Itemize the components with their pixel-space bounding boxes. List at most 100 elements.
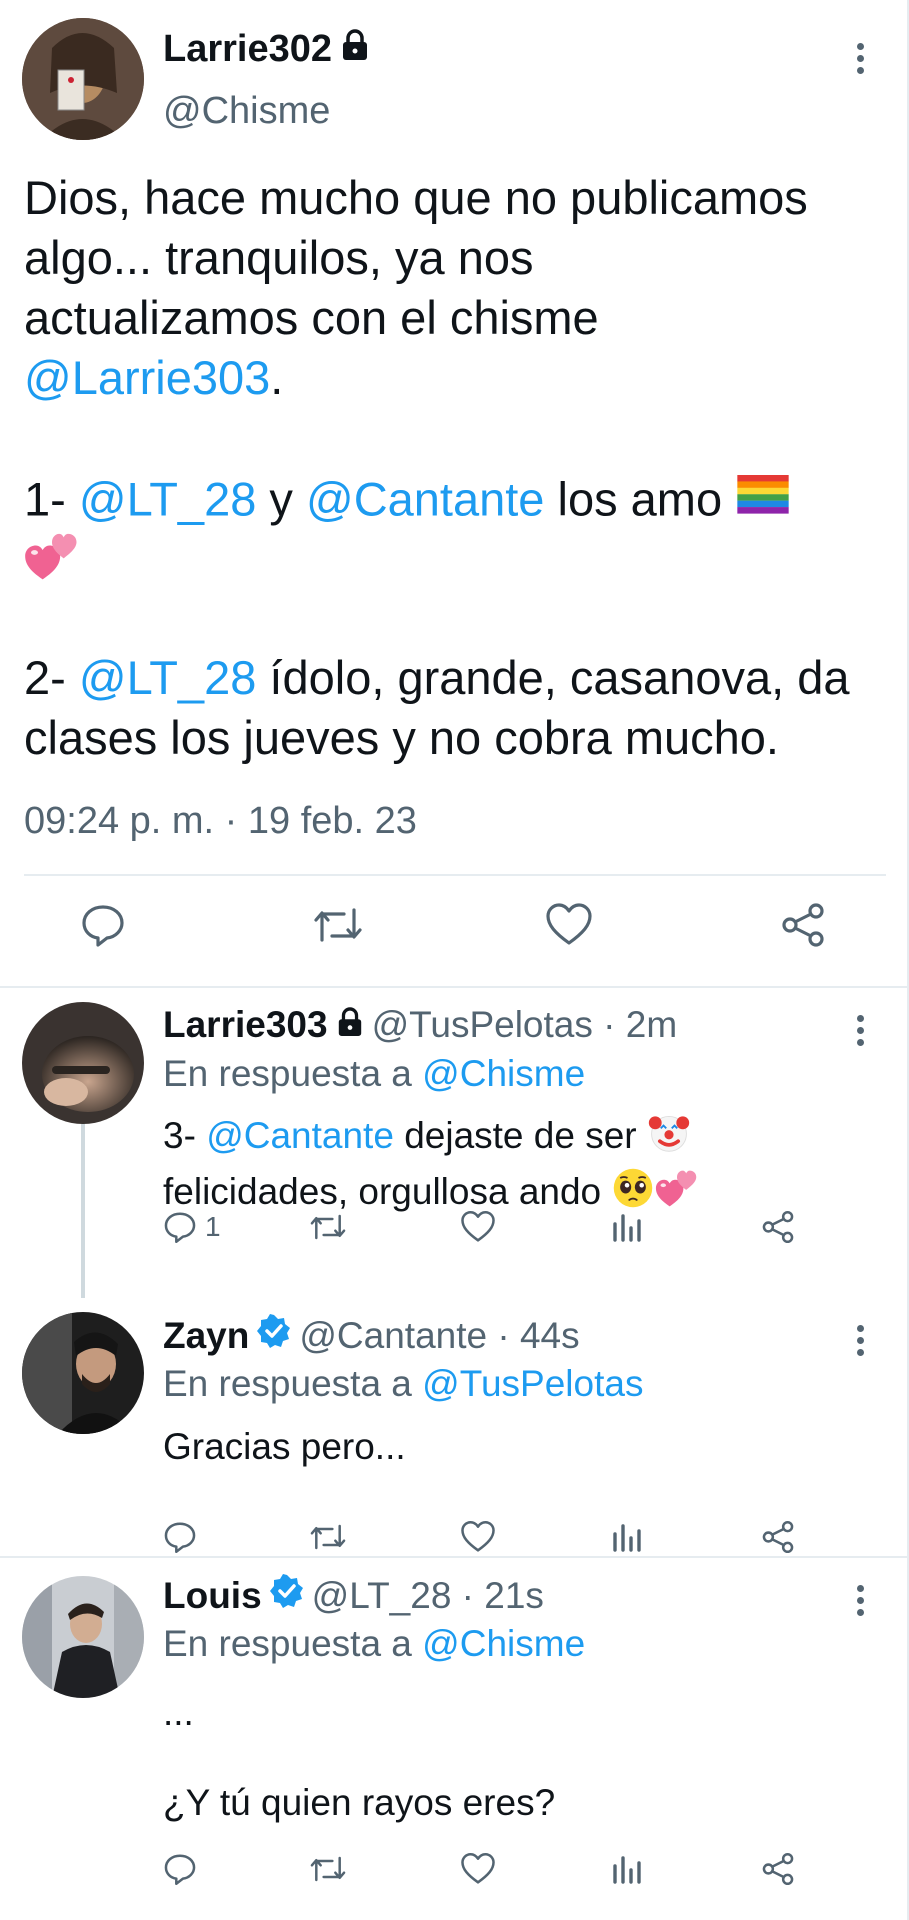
author-name[interactable]: Zayn xyxy=(163,1315,249,1357)
retweet-icon xyxy=(309,1210,347,1244)
rainbow-flag-emoji xyxy=(735,468,791,538)
share-button[interactable] xyxy=(761,1210,795,1244)
reply-actions xyxy=(163,1852,803,1900)
retweet-button[interactable] xyxy=(312,902,364,953)
reply-text: ... ¿Y tú quien rayos eres? xyxy=(163,1690,555,1825)
text-line: Dios, hace mucho que no publicamos xyxy=(24,168,904,228)
text-segment: 2- xyxy=(24,651,79,704)
lock-icon xyxy=(336,1004,364,1046)
in-reply-to-link[interactable]: @Chisme xyxy=(422,1053,585,1094)
share-icon xyxy=(761,1852,795,1886)
author-name[interactable]: Larrie303 xyxy=(163,1004,328,1046)
in-reply-to-link[interactable]: @Chisme xyxy=(422,1623,585,1664)
in-reply-to-link[interactable]: @TusPelotas xyxy=(422,1363,643,1404)
text-line: 2- @LT_28 ídolo, grande, casanova, da xyxy=(24,648,904,708)
in-reply-to: En respuesta a @Chisme xyxy=(163,1623,586,1664)
lock-icon xyxy=(340,28,370,71)
share-button[interactable] xyxy=(780,902,826,953)
retweet-icon xyxy=(309,1852,347,1886)
like-button[interactable] xyxy=(460,1520,496,1554)
reply-button[interactable] xyxy=(163,1852,197,1886)
reply-button[interactable]: 1 xyxy=(163,1210,221,1244)
avatar[interactable] xyxy=(22,1002,144,1124)
text-segment: . xyxy=(270,351,284,404)
tweet-text: Dios, hace mucho que no publicamos algo..… xyxy=(24,168,904,768)
reply-header: Larrie303 @TusPelotas · 2m xyxy=(163,1004,677,1046)
tweet-actions xyxy=(0,902,907,972)
text-line: algo... tranquilos, ya nos xyxy=(24,228,904,288)
reply-actions: 1 xyxy=(163,1210,803,1258)
bar-chart-icon xyxy=(611,1210,643,1244)
text-line xyxy=(24,408,904,468)
retweet-button[interactable] xyxy=(309,1852,347,1886)
views-button[interactable] xyxy=(611,1852,643,1886)
bar-chart-icon xyxy=(611,1520,643,1554)
reply-button[interactable] xyxy=(80,902,126,953)
text-line: Gracias pero... xyxy=(163,1422,406,1471)
views-button[interactable] xyxy=(611,1210,643,1244)
avatar[interactable] xyxy=(22,1312,144,1434)
avatar[interactable] xyxy=(22,1576,144,1698)
divider xyxy=(24,874,886,876)
text-segment: y xyxy=(256,472,306,526)
text-line: clases los jueves y no cobra mucho. xyxy=(24,708,904,768)
reply-tweet: Larrie303 @TusPelotas · 2m En respuesta … xyxy=(0,988,907,1298)
handle-time[interactable]: @Cantante · 44s xyxy=(299,1315,579,1357)
text-segment: Gracias pero... xyxy=(163,1426,406,1467)
text-line: 1- @LT_28 y @Cantante los amo xyxy=(24,468,904,528)
reply-text: Gracias pero... xyxy=(163,1422,406,1471)
heart-icon xyxy=(460,1520,496,1554)
mention-link[interactable]: @LT_28 xyxy=(79,651,257,704)
heart-icon xyxy=(460,1210,496,1244)
bar-chart-icon xyxy=(611,1852,643,1886)
text-line: ¿Y tú quien rayos eres? xyxy=(163,1780,555,1825)
handle-time[interactable]: @LT_28 · 21s xyxy=(312,1575,544,1617)
reply-button[interactable] xyxy=(163,1520,197,1554)
text-line: actualizamos con el chisme xyxy=(24,288,904,348)
more-vertical-icon[interactable] xyxy=(845,1320,875,1360)
thread-line xyxy=(81,1122,85,1298)
text-segment: ¿Y tú quien rayos eres? xyxy=(163,1782,556,1823)
author-name[interactable]: Louis xyxy=(163,1575,262,1617)
clown-emoji xyxy=(647,1110,691,1166)
speech-bubble-icon xyxy=(163,1210,197,1244)
mention-link[interactable]: @Cantante xyxy=(206,1115,394,1156)
avatar[interactable] xyxy=(22,18,144,140)
handle-time[interactable]: @TusPelotas · 2m xyxy=(372,1004,678,1046)
heart-icon xyxy=(460,1852,496,1886)
reply-text: 3- @Cantante dejaste de ser felicidades,… xyxy=(163,1110,699,1222)
like-button[interactable] xyxy=(460,1852,496,1886)
mention-link[interactable]: @LT_28 xyxy=(79,472,257,525)
like-button[interactable] xyxy=(545,902,593,953)
mention-link[interactable]: @Cantante xyxy=(306,472,544,525)
main-tweet: Larrie302 @Chisme Dios, hace mucho que n… xyxy=(0,0,907,986)
share-button[interactable] xyxy=(761,1520,795,1554)
text-line: ... xyxy=(163,1690,555,1735)
retweet-button[interactable] xyxy=(309,1210,347,1244)
text-line xyxy=(24,588,904,648)
verified-badge-icon xyxy=(269,1574,304,1617)
text-segment: los amo xyxy=(544,472,736,526)
tweet-timestamp: 09:24 p. m. · 19 feb. 23 xyxy=(24,800,417,842)
views-button[interactable] xyxy=(611,1520,643,1554)
text-segment: 3- xyxy=(163,1114,207,1156)
retweet-button[interactable] xyxy=(309,1520,347,1554)
more-vertical-icon[interactable] xyxy=(845,1580,875,1620)
text-line xyxy=(163,1735,555,1780)
mention-link[interactable]: @Larrie303 xyxy=(24,351,270,404)
share-icon xyxy=(782,903,824,947)
more-vertical-icon[interactable] xyxy=(845,38,875,78)
verified-badge-icon xyxy=(257,1314,291,1357)
speech-bubble-icon xyxy=(163,1520,197,1554)
speech-bubble-icon xyxy=(163,1852,197,1886)
like-button[interactable] xyxy=(460,1210,496,1244)
author-name[interactable]: Larrie302 xyxy=(163,28,370,71)
share-button[interactable] xyxy=(761,1852,795,1886)
heart-icon xyxy=(546,903,592,945)
more-vertical-icon[interactable] xyxy=(845,1010,875,1050)
retweet-icon xyxy=(309,1520,347,1554)
text-segment: 1- xyxy=(24,472,79,526)
author-handle[interactable]: @Chisme xyxy=(163,90,330,133)
text-line: @Larrie303. xyxy=(24,348,904,408)
text-segment: clases los jueves y no cobra mucho. xyxy=(24,711,779,764)
